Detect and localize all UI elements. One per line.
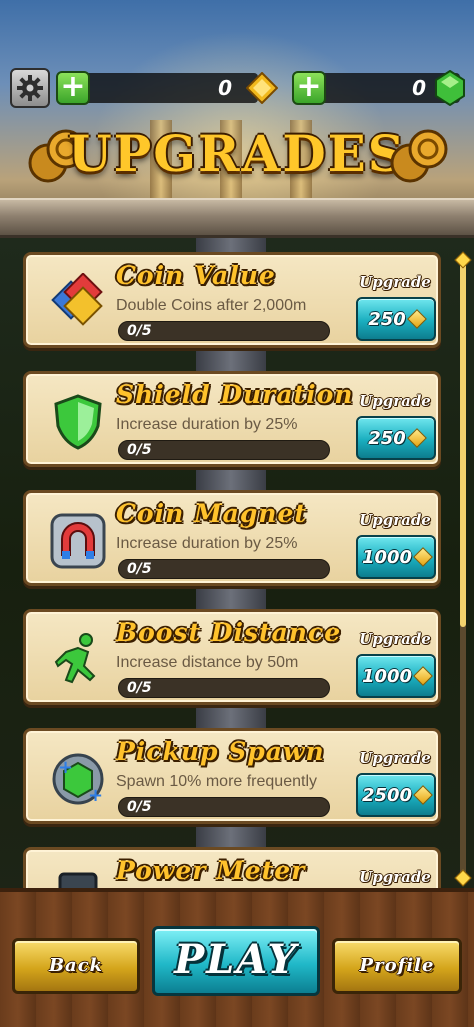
profile-button[interactable]: Profile: [332, 938, 462, 994]
upgrades-list[interactable]: Coin Value Double Coins after 2,000m 0/5…: [0, 240, 474, 888]
upgrade-label: Upgrade: [359, 630, 431, 648]
upgrade-progress-bar: 0/5: [118, 678, 330, 698]
green-gem-icon: [435, 70, 465, 106]
upgrade-description: Spawn 10% more frequently: [116, 773, 317, 790]
add-coins-button[interactable]: +: [56, 71, 90, 105]
upgrade-card-coin-magnet: Coin Magnet Increase duration by 25% 0/5…: [23, 490, 441, 586]
scrollbar-thumb[interactable]: [460, 262, 466, 627]
running-man-icon: [54, 633, 96, 684]
upgrade-cost: 1000: [361, 546, 413, 568]
upgrade-card-shield-duration: Shield Duration Increase duration by 25%…: [23, 371, 441, 467]
upgrade-button[interactable]: 250: [356, 416, 436, 460]
gear-icon: [17, 75, 43, 101]
upgrade-description: Increase duration by 25%: [116, 416, 298, 433]
upgrade-description: Increase duration by 25%: [116, 535, 298, 552]
magnet-icon: [50, 513, 106, 569]
plus-icon: +: [296, 69, 322, 104]
upgrade-label: Upgrade: [359, 868, 431, 886]
svg-text:+: +: [88, 785, 103, 806]
bottom-bar: Back PLAY Profile: [0, 888, 474, 1027]
back-button[interactable]: Back: [12, 938, 140, 994]
svg-text:+: +: [58, 757, 73, 778]
upgrade-button[interactable]: 250: [356, 297, 436, 341]
coin-count: 0: [218, 76, 232, 100]
add-gems-button[interactable]: +: [292, 71, 326, 105]
upgrade-button[interactable]: 1000: [356, 535, 436, 579]
plus-icon: +: [60, 69, 86, 104]
coin-stack-icon: [390, 129, 448, 183]
upgrade-label: Upgrade: [359, 749, 431, 767]
upgrade-label: Upgrade: [359, 392, 431, 410]
pickup-spawn-icon: + +: [52, 753, 104, 806]
coin-gem-icon: [413, 666, 433, 686]
upgrade-cost: 250: [368, 308, 406, 330]
upgrade-progress-bar: 0/5: [118, 321, 330, 341]
upgrade-progress-bar: 0/5: [118, 559, 330, 579]
stone-shelf: [0, 198, 474, 238]
upgrade-description: Double Coins after 2,000m: [116, 297, 307, 314]
coin-gem-icon: [413, 785, 433, 805]
upgrade-name: Power Meter: [116, 856, 306, 885]
settings-button[interactable]: [10, 68, 50, 108]
play-button[interactable]: PLAY: [152, 926, 320, 996]
upgrade-progress-text: 0/5: [127, 799, 152, 815]
gem-count: 0: [412, 76, 426, 100]
coin-gem-icon: [413, 547, 433, 567]
upgrade-name: Shield Duration: [116, 380, 354, 409]
upgrade-card-power-meter: Power Meter Upgrade: [23, 847, 441, 888]
power-meter-icon: [58, 872, 98, 888]
upgrade-button[interactable]: 2500: [356, 773, 436, 817]
coin-gem-icon: [406, 428, 427, 448]
shield-icon: [54, 394, 102, 450]
coin-value-icon: [51, 273, 103, 326]
upgrade-progress-bar: 0/5: [118, 440, 330, 460]
upgrade-name: Coin Magnet: [116, 499, 307, 528]
upgrade-name: Coin Value: [116, 261, 276, 290]
upgrade-progress-text: 0/5: [127, 680, 152, 696]
upgrade-description: Increase distance by 50m: [116, 654, 299, 671]
coin-gem-icon: [406, 309, 427, 329]
upgrade-label: Upgrade: [359, 273, 431, 291]
upgrade-button[interactable]: 1000: [356, 654, 436, 698]
upgrade-progress-text: 0/5: [127, 442, 152, 458]
upgrade-name: Boost Distance: [116, 618, 342, 647]
upgrade-card-pickup-spawn: + + Pickup Spawn Spawn 10% more frequent…: [23, 728, 441, 824]
upgrade-cost: 2500: [361, 784, 413, 806]
upgrade-cost: 1000: [361, 665, 413, 687]
upgrade-progress-text: 0/5: [127, 323, 152, 339]
coin-gem-icon: [246, 72, 278, 104]
upgrade-progress-bar: 0/5: [118, 797, 330, 817]
upgrade-progress-text: 0/5: [127, 561, 152, 577]
top-bar: + 0 + 0: [10, 68, 466, 108]
upgrade-label: Upgrade: [359, 511, 431, 529]
upgrade-cost: 250: [368, 427, 406, 449]
upgrade-card-boost-distance: Boost Distance Increase distance by 50m …: [23, 609, 441, 705]
upgrade-card-coin-value: Coin Value Double Coins after 2,000m 0/5…: [23, 252, 441, 348]
upgrade-name: Pickup Spawn: [116, 737, 325, 766]
